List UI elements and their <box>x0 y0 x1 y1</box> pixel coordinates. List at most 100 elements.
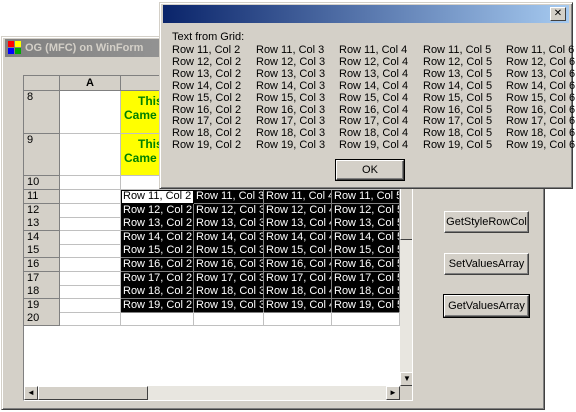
row-header[interactable]: 15 <box>24 244 60 258</box>
dialog-table-cell: Row 18, Col 2 <box>172 127 242 139</box>
dialog-table-cell: Row 12, Col 3 <box>256 56 326 68</box>
row-header[interactable]: 14 <box>24 231 60 245</box>
dialog-table-cell: Row 13, Col 3 <box>256 68 326 80</box>
grid-cell[interactable]: Row 19, Col 3 <box>194 299 264 313</box>
dialog-table-cell: Row 13, Col 5 <box>423 68 493 80</box>
grid-cell[interactable]: Row 16, Col 5 <box>332 258 400 272</box>
row-header[interactable]: 10 <box>24 176 60 190</box>
scroll-left-icon[interactable]: ◄ <box>24 386 38 400</box>
grid-cell[interactable]: Row 15, Col 4 <box>264 244 332 258</box>
grid-cell[interactable] <box>60 244 121 258</box>
grid-cell[interactable]: Row 12, Col 2 <box>121 204 194 218</box>
grid-cell[interactable]: Row 14, Col 3 <box>194 231 264 245</box>
grid-cell[interactable]: Row 16, Col 3 <box>194 258 264 272</box>
grid-cell[interactable] <box>60 231 121 245</box>
grid-cell[interactable]: Row 16, Col 2 <box>121 258 194 272</box>
grid-cell[interactable]: Row 19, Col 4 <box>264 299 332 313</box>
grid-cell[interactable]: Row 11, Col 4 <box>264 190 332 204</box>
dialog-table-cell: Row 11, Col 5 <box>423 44 492 56</box>
scroll-right-icon[interactable]: ► <box>386 386 400 400</box>
grid-cell[interactable]: Row 15, Col 3 <box>194 244 264 258</box>
grid-cell[interactable]: Row 17, Col 5 <box>332 272 400 286</box>
row-header[interactable]: 11 <box>24 190 60 204</box>
horizontal-scrollbar[interactable]: ◄ ► <box>24 386 400 400</box>
column-header-a[interactable]: A <box>60 76 121 91</box>
app-icon <box>8 41 22 55</box>
set-values-array-button[interactable]: SetValuesArray <box>444 253 529 275</box>
grid-cell[interactable] <box>60 217 121 231</box>
dialog-table-cell: Row 14, Col 4 <box>339 80 409 92</box>
grid-cell[interactable]: Row 15, Col 5 <box>332 244 400 258</box>
row-header[interactable]: 16 <box>24 258 60 272</box>
close-icon[interactable]: ✕ <box>550 7 566 21</box>
grid-cell[interactable] <box>60 91 121 134</box>
grid-cell[interactable] <box>264 312 332 326</box>
grid-cell[interactable]: Row 13, Col 3 <box>194 217 264 231</box>
grid-cell[interactable]: Row 11, Col 5 <box>332 190 400 204</box>
grid-cell[interactable]: Row 14, Col 2 <box>121 231 194 245</box>
grid-cell[interactable]: Row 17, Col 4 <box>264 272 332 286</box>
grid-cell[interactable]: Row 13, Col 4 <box>264 217 332 231</box>
dialog-table-cell: Row 17, Col 5 <box>423 115 493 127</box>
grid-cell[interactable]: Row 17, Col 3 <box>194 272 264 286</box>
row-header[interactable]: 8 <box>24 91 60 134</box>
dialog-table-cell: Row 19, Col 4 <box>339 139 409 151</box>
grid-cell[interactable] <box>60 134 121 176</box>
dialog-table-cell: Row 14, Col 6 <box>506 80 576 92</box>
dialog-table-cell: Row 11, Col 3 <box>256 44 325 56</box>
grid-cell[interactable] <box>194 312 264 326</box>
row-header[interactable]: 18 <box>24 285 60 299</box>
grid-cell[interactable]: Row 12, Col 3 <box>194 204 264 218</box>
grid-cell[interactable]: Row 18, Col 4 <box>264 285 332 299</box>
dialog-table-cell: Row 17, Col 2 <box>172 115 242 127</box>
row-header[interactable]: 13 <box>24 217 60 231</box>
row-header[interactable]: 12 <box>24 204 60 218</box>
dialog-titlebar[interactable]: ✕ <box>163 5 569 23</box>
grid-cell[interactable]: Row 13, Col 5 <box>332 217 400 231</box>
dialog-table-cell: Row 17, Col 3 <box>256 115 326 127</box>
grid-cell[interactable] <box>60 272 121 286</box>
scroll-down-icon[interactable]: ▼ <box>400 372 412 386</box>
grid-cell[interactable]: Row 15, Col 2 <box>121 244 194 258</box>
grid-cell[interactable] <box>60 285 121 299</box>
dialog-table-cell: Row 15, Col 5 <box>423 92 493 104</box>
grid-cell[interactable]: Row 12, Col 5 <box>332 204 400 218</box>
grid-cell[interactable]: Row 13, Col 2 <box>121 217 194 231</box>
window-title: OG (MFC) on WinForm <box>25 42 144 54</box>
grid-cell[interactable]: Row 12, Col 4 <box>264 204 332 218</box>
grid-cell[interactable]: Row 19, Col 2 <box>121 299 194 313</box>
grid-cell[interactable] <box>60 176 121 190</box>
grid-cell[interactable]: Row 17, Col 2 <box>121 272 194 286</box>
grid-cell[interactable] <box>60 190 121 204</box>
dialog-table-cell: Row 19, Col 6 <box>506 139 576 151</box>
grid-cell[interactable] <box>121 312 194 326</box>
row-header[interactable]: 19 <box>24 299 60 313</box>
row-header[interactable]: 20 <box>24 312 60 326</box>
dialog-table-cell: Row 18, Col 5 <box>423 127 493 139</box>
grid-cell[interactable] <box>60 312 121 326</box>
grid-cell[interactable]: Row 11, Col 3 <box>194 190 264 204</box>
grid-cell[interactable]: Row 14, Col 5 <box>332 231 400 245</box>
row-header[interactable]: 9 <box>24 134 60 176</box>
ok-button[interactable]: OK <box>335 159 405 181</box>
message-dialog: ✕ Text from Grid: Row 11, Col 2 Row 11, C… <box>159 2 576 189</box>
dialog-table-cell: Row 12, Col 6 <box>506 56 576 68</box>
grid-cell[interactable]: Row 14, Col 4 <box>264 231 332 245</box>
grid-cell[interactable]: Row 11, Col 2 <box>121 190 194 204</box>
get-style-row-col-button[interactable]: GetStyleRowCol <box>444 211 529 233</box>
grid-cell[interactable]: Row 16, Col 4 <box>264 258 332 272</box>
dialog-table-cell: Row 19, Col 3 <box>256 139 326 151</box>
horizontal-scroll-thumb[interactable] <box>38 386 148 400</box>
row-header[interactable]: 17 <box>24 272 60 286</box>
dialog-table-cell: Row 14, Col 3 <box>256 80 326 92</box>
grid-cell[interactable]: Row 18, Col 3 <box>194 285 264 299</box>
grid-cell[interactable]: Row 19, Col 5 <box>332 299 400 313</box>
get-values-array-button[interactable]: GetValuesArray <box>443 294 530 318</box>
grid-corner-header[interactable] <box>24 76 60 91</box>
grid-cell[interactable] <box>60 204 121 218</box>
grid-cell[interactable] <box>60 299 121 313</box>
grid-cell[interactable]: Row 18, Col 2 <box>121 285 194 299</box>
grid-cell[interactable] <box>60 258 121 272</box>
grid-cell[interactable] <box>332 312 400 326</box>
grid-cell[interactable]: Row 18, Col 5 <box>332 285 400 299</box>
